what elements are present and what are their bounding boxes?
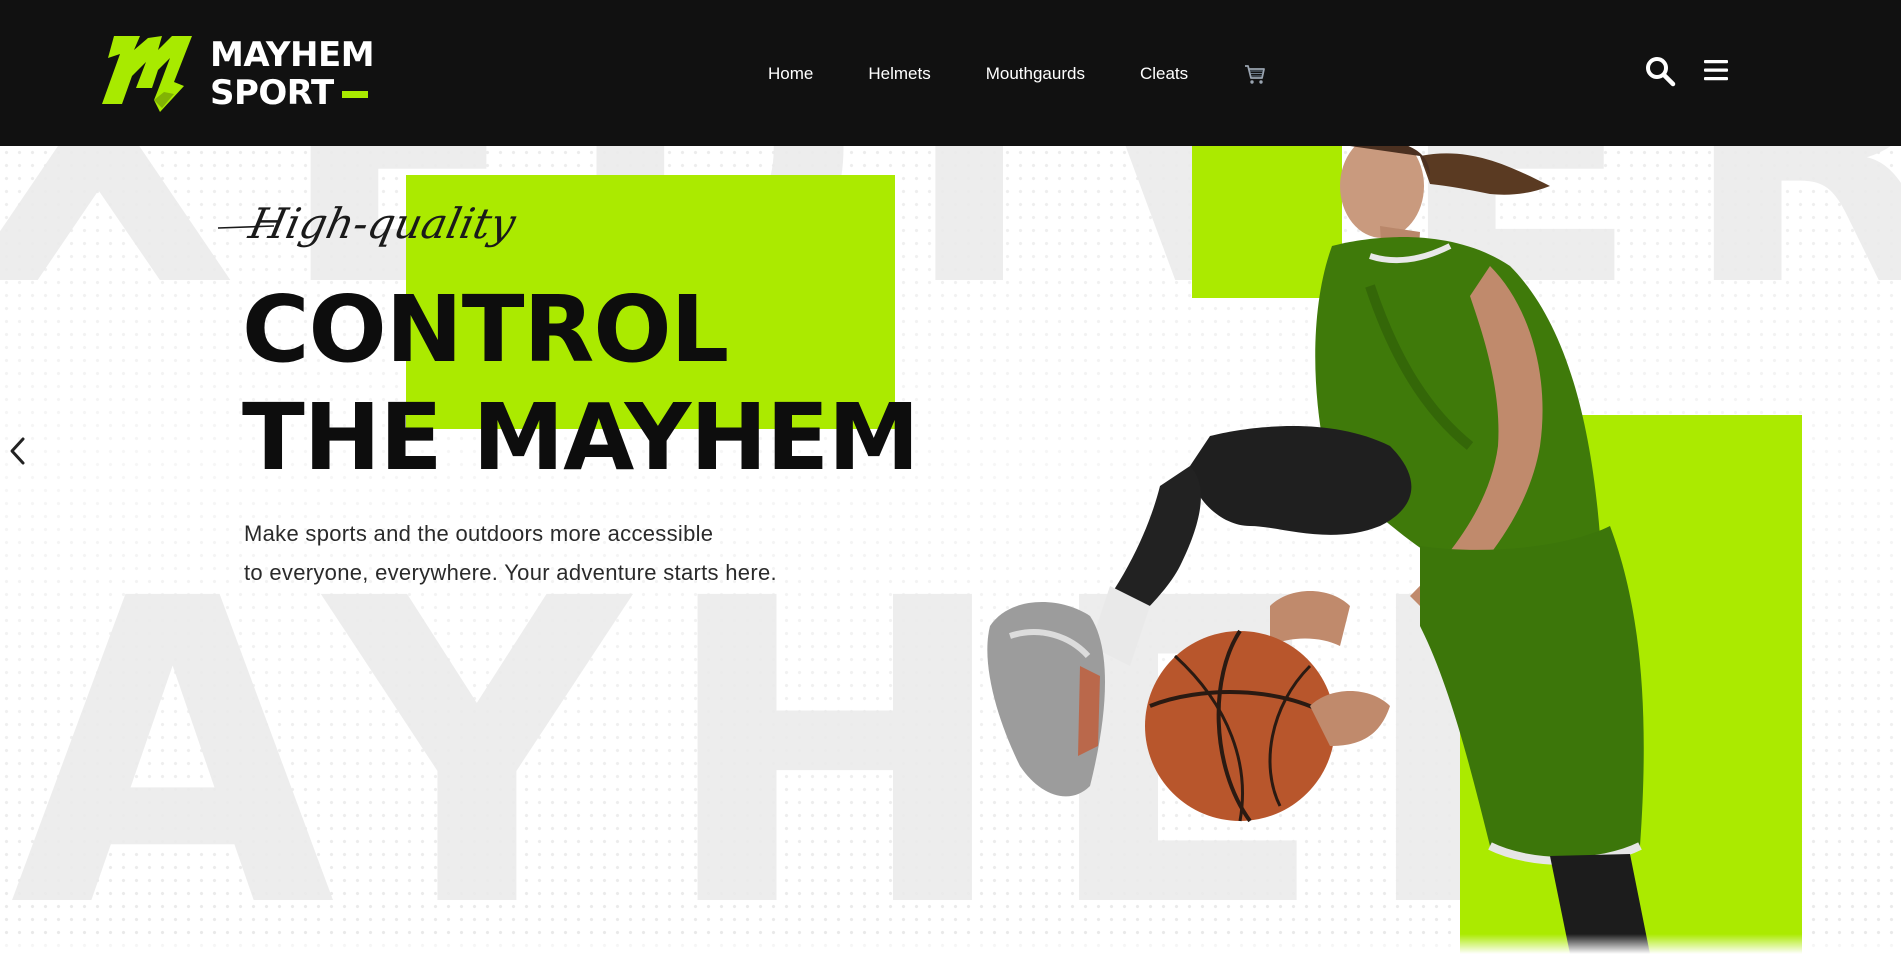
eyebrow-script: High-quality	[217, 200, 521, 249]
nav-link-helmets[interactable]: Helmets	[868, 64, 930, 84]
logo-line2: SPORT	[210, 73, 334, 113]
logo-accent-dash	[341, 91, 368, 98]
logo-wordmark: MAYHEM SPORT	[210, 35, 375, 113]
hero-bottom-fade	[0, 934, 1901, 954]
hero-title: CONTROL THE MAYHEM	[242, 276, 920, 492]
hero-section: XEDIVER AYHEM High-quality CONTROL THE M…	[0, 146, 1901, 954]
hero-title-line1: CONTROL	[242, 276, 729, 383]
nav-link-mouthgaurds[interactable]: Mouthgaurds	[986, 64, 1085, 84]
nav-link-cleats[interactable]: Cleats	[1140, 64, 1188, 84]
chevron-left-icon[interactable]	[8, 434, 28, 468]
shopping-cart-icon[interactable]	[1243, 62, 1267, 86]
hero-subtitle-line2: to everyone, everywhere. Your adventure …	[244, 560, 777, 585]
hero-subtitle: Make sports and the outdoors more access…	[244, 514, 864, 592]
hamburger-menu-icon[interactable]	[1702, 57, 1730, 83]
basketball-player-photo	[987, 146, 1650, 954]
mayhem-logo-mark-icon	[102, 36, 192, 112]
site-logo[interactable]: MAYHEM SPORT	[100, 30, 375, 116]
search-icon[interactable]	[1644, 55, 1676, 87]
hero-title-line2: THE MAYHEM	[242, 384, 920, 491]
eyebrow-text: High-quality	[244, 200, 521, 248]
logo-line1: MAYHEM	[210, 35, 375, 75]
site-header: MAYHEM SPORT Home Helmets Mouthgaurds Cl…	[0, 0, 1901, 146]
hero-subtitle-line1: Make sports and the outdoors more access…	[244, 521, 714, 546]
nav-link-home[interactable]: Home	[768, 64, 813, 84]
main-nav: Home Helmets Mouthgaurds Cleats	[768, 58, 1267, 90]
